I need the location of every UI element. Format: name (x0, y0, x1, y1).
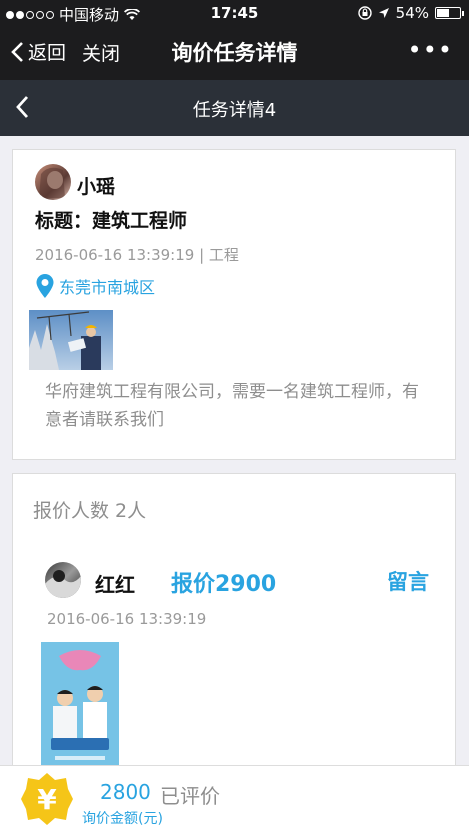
bidder-name: 红红 (95, 573, 135, 597)
app-header: 任务详情4 (0, 80, 469, 136)
status-bar: 中国移动 17:45 54% (0, 0, 469, 26)
avatar[interactable] (45, 562, 81, 598)
bottom-bar: ¥ 2800 已评价 询价金额(元) (0, 765, 469, 833)
page-title: 询价任务详情 (171, 41, 298, 65)
review-status: 已评价 (160, 784, 220, 808)
bid-time: 2016-06-16 13:39:19 (47, 610, 207, 628)
quote-amount: 2800 (100, 780, 151, 804)
bid-price: 报价2900 (171, 572, 277, 597)
nav-bar: 返回 关闭 询价任务详情 ••• (0, 26, 469, 80)
rotation-lock-icon (357, 6, 372, 20)
location-label: 东莞市南城区 (59, 278, 156, 297)
task-description: 华府建筑工程有限公司，需要一名建筑工程师，有意者请联系我们 (45, 382, 419, 430)
task-image[interactable] (29, 310, 113, 370)
message-button[interactable]: 留言 (387, 566, 429, 596)
task-card: 小瑶 标题：建筑工程师 2016-06-16 13:39:19 | 工程 东莞市… (12, 149, 456, 460)
bid-image[interactable] (41, 642, 119, 765)
yen-coin-icon: ¥ (20, 772, 74, 826)
author-name: 小瑶 (77, 176, 116, 198)
bids-card: 报价人数 2人 红红 报价2900 留言 2016-06-16 13:39:19 (12, 473, 456, 765)
battery-icon (435, 7, 464, 19)
app-header-title: 任务详情4 (192, 100, 277, 121)
task-location[interactable]: 东莞市南城区 (35, 273, 155, 299)
map-pin-icon (36, 274, 54, 298)
amount-caption: 询价金额(元) (82, 811, 163, 827)
bid-count: 报价人数 2人 (33, 500, 147, 522)
status-right: 54% (357, 4, 464, 22)
coin-symbol: ¥ (37, 783, 57, 816)
location-arrow-icon (378, 8, 389, 18)
avatar[interactable] (35, 164, 71, 200)
task-title: 标题：建筑工程师 (35, 210, 188, 232)
task-meta: 2016-06-16 13:39:19 | 工程 (35, 246, 239, 264)
more-button[interactable]: ••• (408, 36, 453, 64)
content-area[interactable]: 小瑶 标题：建筑工程师 2016-06-16 13:39:19 | 工程 东莞市… (0, 136, 469, 765)
battery-percent: 54% (395, 4, 429, 22)
